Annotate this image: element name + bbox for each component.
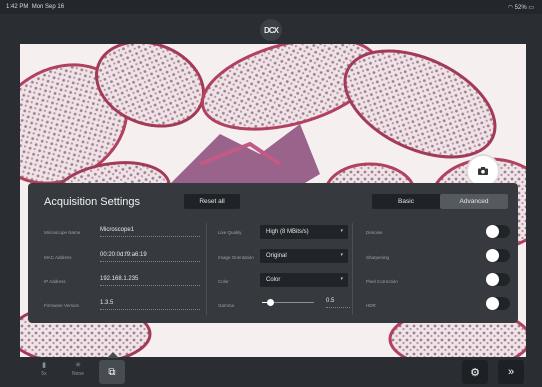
objective-icon: ▮	[42, 362, 46, 369]
mac-address-value: 00:20:0d:f9:a6:19	[100, 252, 200, 262]
settings-button[interactable]: ⚙	[462, 360, 488, 384]
denoise-label: Denoise	[366, 230, 383, 235]
camera-icon	[478, 167, 488, 175]
collapse-button[interactable]: »	[498, 360, 524, 384]
active-indicator-notch	[107, 352, 119, 358]
hdr-toggle[interactable]	[486, 297, 510, 310]
toggle-knob	[486, 225, 499, 238]
ip-address-value: 192.168.1.235	[100, 276, 200, 286]
firmware-version-value: 1.3.5	[100, 300, 200, 310]
multi-image-button[interactable]: ⧉	[99, 360, 125, 384]
left-frame	[0, 44, 20, 357]
battery-icon: ▭	[528, 5, 534, 11]
mode-basic-button[interactable]: Basic	[372, 194, 440, 209]
image-orientation-select[interactable]: Original ▾	[260, 249, 348, 263]
gamma-label: Gamma	[218, 303, 235, 308]
denoise-toggle[interactable]	[486, 225, 510, 238]
status-indicators: ◠ 52% ▭	[508, 4, 534, 11]
ip-address-label: IP Address	[44, 279, 66, 284]
sharpening-toggle[interactable]	[486, 249, 510, 262]
multi-image-icon: ⧉	[108, 366, 116, 378]
column-divider	[206, 223, 207, 315]
status-bar: 1:42 PM Mon Sep 16 ◠ 52% ▭	[0, 0, 542, 14]
filter-icon: ✳	[75, 362, 81, 369]
filter-none-button[interactable]: ✳ None	[66, 361, 90, 383]
gamma-value[interactable]: 0.5	[326, 298, 350, 308]
gear-icon: ⚙	[470, 366, 480, 379]
status-time: 1:42 PM Mon Sep 16	[6, 4, 65, 10]
column-divider	[352, 223, 353, 315]
hdr-label: HDR	[366, 303, 376, 308]
objective-5x-button[interactable]: ▮ 5x	[32, 361, 56, 383]
chevron-down-icon: ▾	[340, 252, 343, 258]
toggle-knob	[486, 297, 499, 310]
firmware-version-label: Firmware Version	[44, 303, 80, 308]
pixel-correction-toggle[interactable]	[486, 273, 510, 286]
toggle-knob	[486, 249, 499, 262]
gamma-slider-thumb[interactable]	[266, 299, 274, 306]
image-orientation-value: Original	[266, 253, 287, 259]
pixel-correction-label: Pixel Correction	[366, 279, 398, 284]
gamma-slider[interactable]	[262, 299, 314, 306]
color-value: Color	[266, 277, 281, 283]
chevron-down-icon: ▾	[340, 228, 343, 234]
chevron-down-icon: ▾	[340, 276, 343, 282]
right-frame	[526, 44, 542, 357]
acquisition-settings-panel: Acquisition Settings Reset all Basic Adv…	[28, 183, 518, 323]
image-orientation-label: Image Orientation	[218, 255, 254, 260]
live-quality-select[interactable]: High (8 MBits/s) ▾	[260, 225, 348, 239]
mode-advanced-button[interactable]: Advanced	[440, 194, 508, 209]
microscope-name-field[interactable]: Microscope1	[100, 227, 200, 237]
mac-address-label: MAC Address	[44, 255, 72, 260]
microscope-name-label: Microscope Name	[44, 230, 81, 235]
color-label: Color	[218, 279, 229, 284]
wifi-icon: ◠	[507, 5, 513, 11]
objective-label: 5x	[41, 371, 47, 377]
filter-label: None	[72, 371, 84, 377]
double-chevron-down-icon: »	[507, 366, 515, 378]
live-quality-value: High (8 MBits/s)	[266, 229, 309, 235]
toggle-knob	[486, 273, 499, 286]
reset-all-button[interactable]: Reset all	[184, 194, 240, 209]
brand-logo[interactable]: DCX	[260, 19, 282, 41]
battery-percent: 52%	[514, 5, 527, 11]
live-quality-label: Live Quality	[218, 230, 242, 235]
sharpening-label: Sharpening	[366, 255, 390, 260]
panel-title: Acquisition Settings	[44, 196, 140, 208]
color-select[interactable]: Color ▾	[260, 273, 348, 287]
mode-segmented-control: Basic Advanced	[372, 194, 508, 209]
